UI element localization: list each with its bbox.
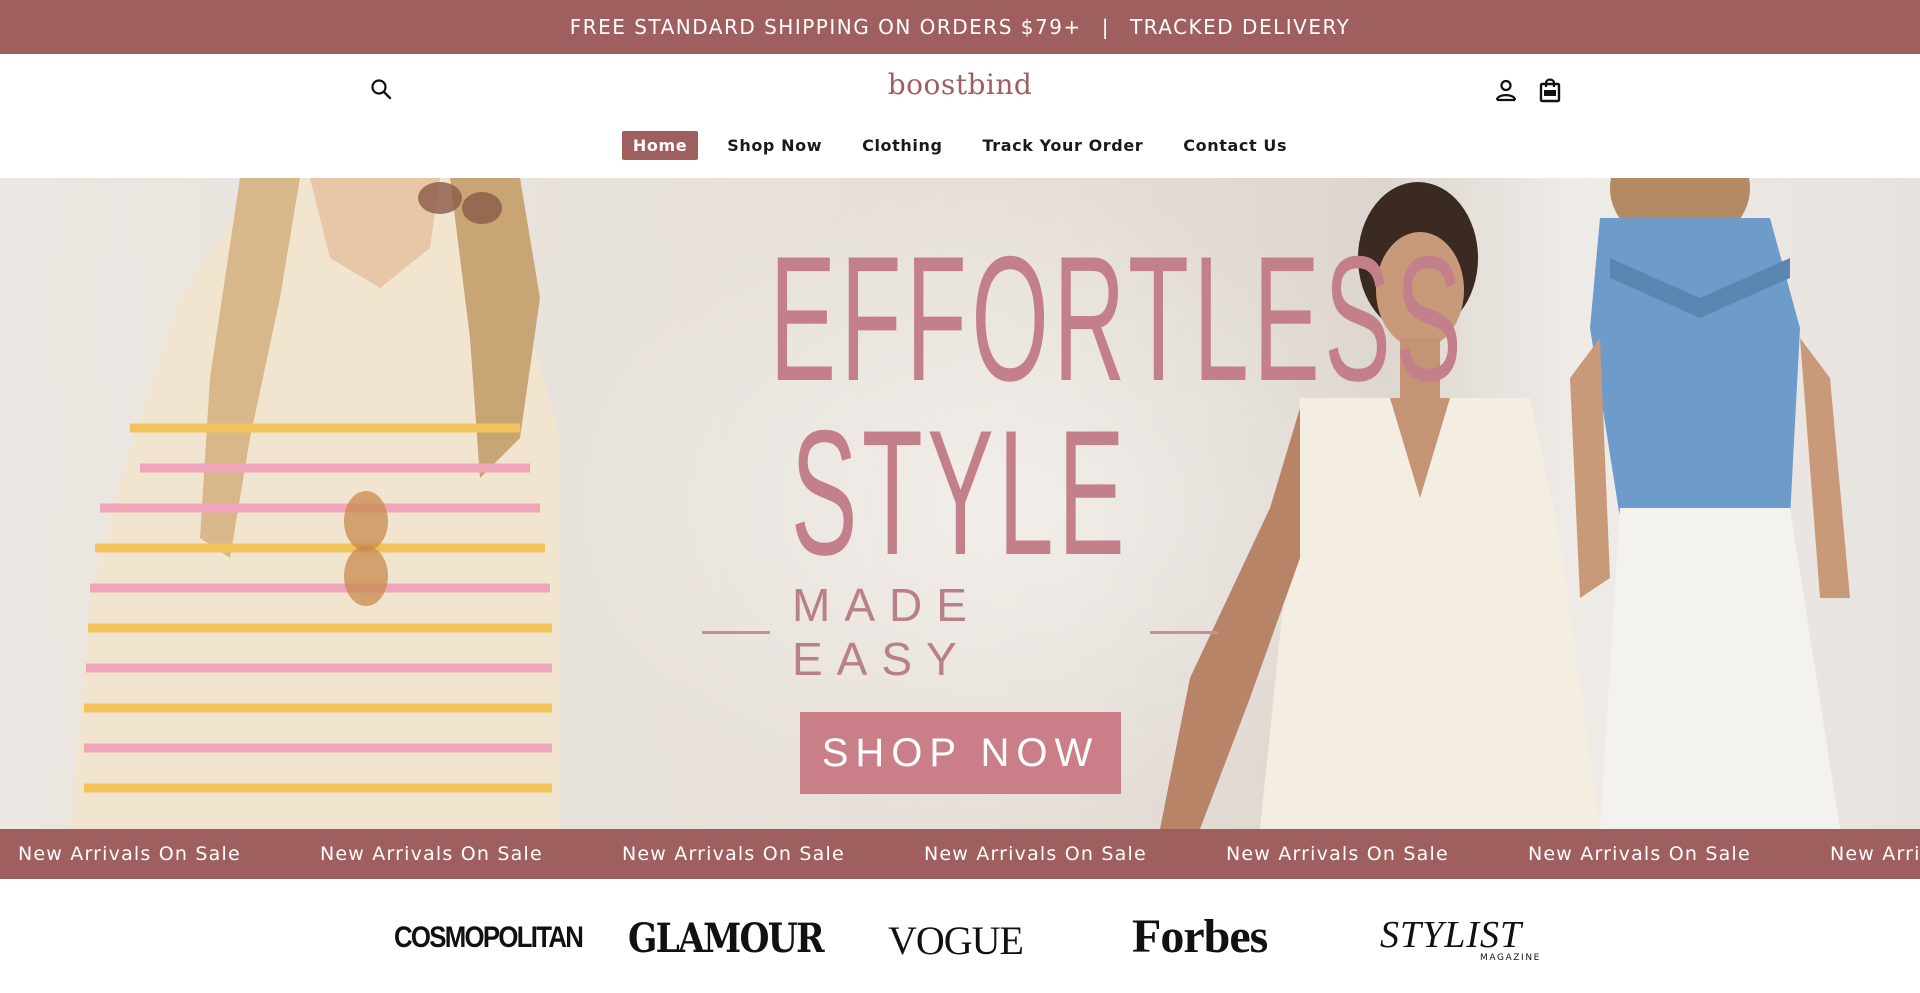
hero-subtitle-text: MADE EASY — [792, 579, 981, 685]
nav-item-home[interactable]: Home — [621, 130, 699, 160]
cart-button[interactable] — [1534, 74, 1566, 106]
vogue-logo: VOGUE — [888, 918, 1024, 963]
marquee-item: New Arrivals On Sale — [1226, 843, 1449, 865]
site-header: boostbind Home Shop Now Clothing Track Y… — [0, 54, 1920, 178]
announcement-marquee: New Arrivals On Sale New Arrivals On Sal… — [0, 829, 1920, 879]
glamour-logo: GLAMOUR — [628, 915, 825, 962]
stylist-logo: STYLIST — [1380, 914, 1523, 956]
user-icon — [1495, 79, 1517, 102]
search-button[interactable] — [366, 74, 396, 104]
announcement-bar: FREE STANDARD SHIPPING ON ORDERS $79+ | … — [0, 0, 1920, 54]
stylist-magazine-subtext: MAGAZINE — [1480, 953, 1541, 963]
hero-shop-now-button[interactable]: SHOP NOW — [800, 712, 1121, 794]
site-logo[interactable]: boostbind — [860, 68, 1060, 101]
nav-item-shop-now[interactable]: Shop Now — [716, 131, 833, 160]
subtitle-right-rule — [1150, 630, 1218, 634]
press-logos: COSMOPOLITAN GLAMOUR VOGUE Forbes STYLIS… — [0, 879, 1920, 993]
account-button[interactable] — [1490, 74, 1522, 106]
search-icon — [371, 79, 392, 100]
right-model-figure — [1570, 178, 1850, 829]
marquee-item: New Arrivals On Sale — [1528, 843, 1751, 865]
main-nav: Home Shop Now Clothing Track Your Order … — [0, 128, 1920, 162]
marquee-item: New Arrivals On Sale — [320, 843, 543, 865]
shopping-bag-icon — [1539, 78, 1561, 103]
marquee-item: New Arrivals On Sale — [1830, 843, 1920, 865]
announcement-delivery-text: TRACKED DELIVERY — [1129, 15, 1351, 39]
nav-item-contact-us[interactable]: Contact Us — [1172, 131, 1298, 160]
announcement-shipping-text: FREE STANDARD SHIPPING ON ORDERS $79+ — [569, 15, 1082, 39]
cosmopolitan-logo: COSMOPOLITAN — [394, 921, 584, 954]
subtitle-left-rule — [702, 630, 770, 634]
marquee-item: New Arrivals On Sale — [18, 843, 241, 865]
nav-item-clothing[interactable]: Clothing — [851, 131, 953, 160]
hero-headline-line2: STYLE — [790, 393, 1130, 592]
announcement-separator: | — [1101, 15, 1110, 39]
marquee-item: New Arrivals On Sale — [622, 843, 845, 865]
marquee-item: New Arrivals On Sale — [924, 843, 1147, 865]
hero-banner: EFFORTLESS STYLE MADE EASY SHOP NOW — [0, 178, 1920, 829]
hero-subtitle: MADE EASY — [680, 579, 1240, 685]
left-model-figure — [70, 178, 560, 829]
nav-item-track-your-order[interactable]: Track Your Order — [972, 131, 1155, 160]
forbes-logo: Forbes — [1132, 910, 1268, 963]
hero-headline-line1: EFFORTLESS — [769, 219, 1467, 418]
